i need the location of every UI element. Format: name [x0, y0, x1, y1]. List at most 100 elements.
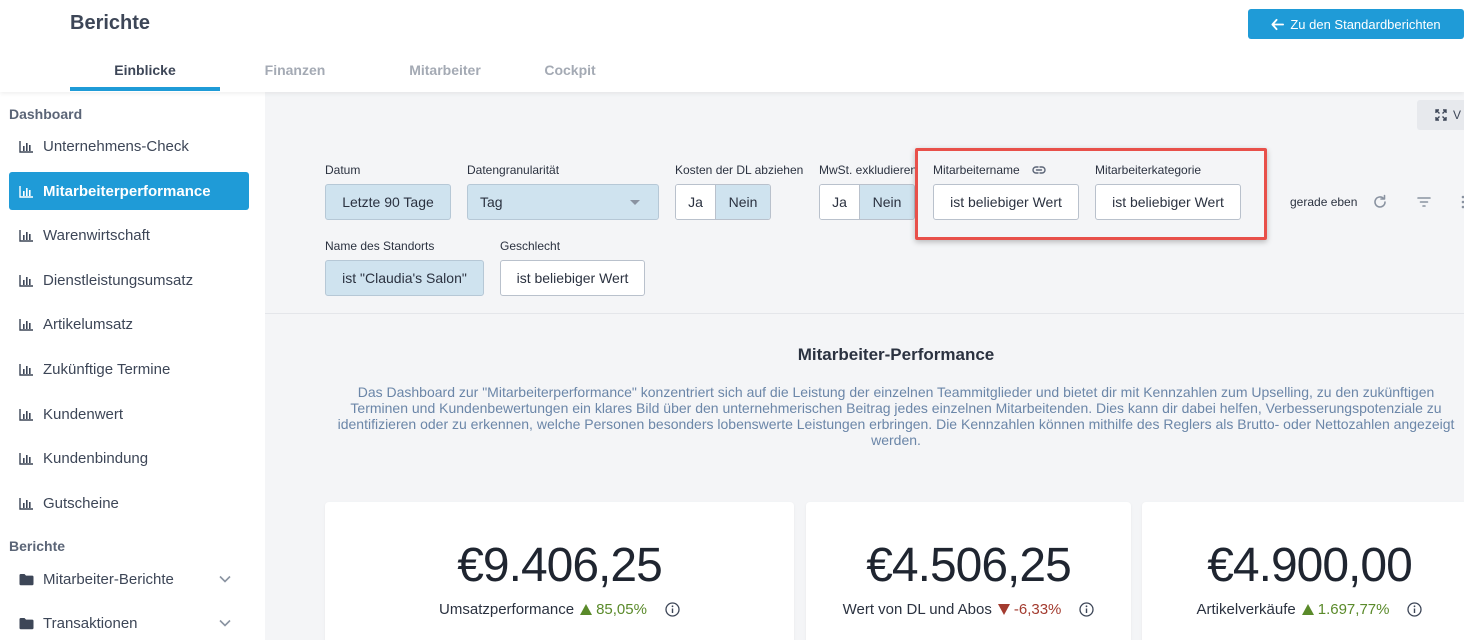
sidebar-section-dashboard: Dashboard [9, 106, 83, 122]
caret-down-icon [630, 200, 640, 205]
sidebar-item-artikelumsatz[interactable]: Artikelumsatz [9, 305, 249, 343]
sidebar-item-label: Unternehmens-Check [43, 137, 189, 155]
sidebar-item-transaktionen[interactable]: Transaktionen [9, 604, 249, 642]
bar-chart-icon [19, 140, 33, 153]
filter-label-kosten: Kosten der DL abziehen [675, 163, 804, 177]
filter-standort[interactable]: ist "Claudia's Salon" [325, 260, 484, 296]
bar-chart-icon [19, 229, 33, 242]
filter-label-granularitaet: Datengranularität [467, 163, 560, 177]
kpi-value: €4.506,25 [866, 539, 1072, 592]
sidebar-item-label: Gutscheine [43, 494, 119, 512]
kpi-trend: -6,33% [997, 601, 1062, 618]
sidebar-item-label: Dienstleistungsumsatz [43, 271, 194, 289]
filter-geschlecht[interactable]: ist beliebiger Wert [500, 260, 645, 296]
info-icon[interactable] [1407, 602, 1423, 617]
sidebar-item-mitarbeiter-berichte[interactable]: Mitarbeiter-Berichte [9, 560, 249, 598]
mwst-nein-option[interactable]: Nein [860, 185, 914, 219]
trend-down-icon [997, 604, 1010, 615]
trend-up-icon [580, 604, 593, 615]
filter-bar: V Datum Letzte 90 Tage Datengranularität… [265, 92, 1464, 314]
filter-granularitaet-select[interactable]: Tag [467, 184, 659, 220]
bar-chart-icon [19, 185, 33, 198]
tab-finanzen[interactable]: Finanzen [220, 52, 370, 88]
filter-mwst-toggle: Ja Nein [819, 184, 915, 220]
filter-kosten-toggle: Ja Nein [675, 184, 771, 220]
sidebar-item-label: Warenwirtschaft [43, 226, 150, 244]
filter-label-standort: Name des Standorts [325, 239, 435, 253]
filter-granularitaet-value: Tag [480, 194, 503, 210]
filter-label-datum: Datum [325, 163, 361, 177]
more-vertical-icon[interactable] [1455, 194, 1464, 210]
last-updated-text: gerade eben [1290, 195, 1358, 209]
page-title: Berichte [70, 12, 151, 34]
kpi-value: €9.406,25 [457, 539, 663, 592]
fullscreen-button[interactable]: V [1417, 100, 1464, 130]
bar-chart-icon [19, 408, 33, 421]
kpi-label-row: Wert von DL und Abos -6,33% [806, 601, 1131, 618]
sidebar-item-label: Zukünftige Termine [43, 360, 171, 378]
sidebar-item-gutscheine[interactable]: Gutscheine [9, 484, 249, 522]
kpi-trend: 1.697,77% [1301, 601, 1390, 618]
kpi-trend-value: 85,05% [596, 601, 647, 618]
kosten-nein-option[interactable]: Nein [716, 185, 770, 219]
sidebar-item-unternehmens-check[interactable]: Unternehmens-Check [9, 127, 249, 165]
kpi-trend-value: 1.697,77% [1317, 601, 1390, 618]
filter-label-mwst: MwSt. exkludieren [819, 163, 918, 177]
standard-reports-label: Zu den Standardberichten [1290, 16, 1441, 32]
sidebar-item-label: Mitarbeiter-Berichte [43, 570, 174, 588]
dashboard-title: Mitarbeiter-Performance [797, 345, 995, 364]
fullscreen-label: V [1453, 108, 1462, 122]
chevron-down-icon[interactable] [219, 619, 231, 627]
top-header: Berichte Zu den Standardberichten Einbli… [0, 0, 1464, 92]
sidebar-item-mitarbeiterperformance[interactable]: Mitarbeiterperformance [9, 172, 249, 210]
sidebar-item-zukuenftige-termine[interactable]: Zukünftige Termine [9, 350, 249, 388]
info-icon[interactable] [665, 602, 680, 617]
kpi-card-dl-abos: €4.506,25 Wert von DL und Abos -6,33% [806, 502, 1131, 640]
sidebar-item-label: Mitarbeiterperformance [43, 182, 211, 200]
kosten-ja-option[interactable]: Ja [676, 185, 716, 219]
chevron-down-icon[interactable] [219, 575, 231, 583]
kpi-trend-value: -6,33% [1013, 601, 1062, 618]
refresh-icon[interactable] [1372, 194, 1388, 210]
kpi-label-row: Umsatzperformance 85,05% [325, 601, 794, 618]
standard-reports-button[interactable]: Zu den Standardberichten [1248, 9, 1464, 39]
tab-cockpit[interactable]: Cockpit [520, 52, 620, 88]
mwst-ja-option[interactable]: Ja [820, 185, 860, 219]
kpi-card-artikelverkaeufe: €4.900,00 Artikelverkäufe 1.697,77% [1142, 502, 1464, 640]
sidebar-item-label: Transaktionen [43, 614, 138, 632]
sidebar-item-dienstleistungsumsatz[interactable]: Dienstleistungsumsatz [9, 261, 249, 299]
bar-chart-icon [19, 452, 33, 465]
sidebar: Dashboard Unternehmens-Check Mitarbeiter… [0, 92, 265, 640]
bar-chart-icon [19, 274, 33, 287]
sidebar-item-kundenbindung[interactable]: Kundenbindung [9, 439, 249, 477]
filter-label-geschlecht: Geschlecht [500, 239, 561, 253]
expand-icon [1435, 109, 1447, 121]
highlight-box [915, 148, 1267, 240]
sidebar-item-warenwirtschaft[interactable]: Warenwirtschaft [9, 216, 249, 254]
kpi-trend: 85,05% [580, 601, 647, 618]
folder-icon [19, 617, 34, 629]
bar-chart-icon [19, 318, 33, 331]
main-content: V Datum Letzte 90 Tage Datengranularität… [265, 92, 1464, 640]
filter-icon[interactable] [1416, 194, 1432, 210]
kpi-label-row: Artikelverkäufe 1.697,77% [1142, 601, 1464, 618]
sidebar-item-kundenwert[interactable]: Kundenwert [9, 395, 249, 433]
tab-mitarbeiter[interactable]: Mitarbeiter [370, 52, 520, 88]
tab-einblicke[interactable]: Einblicke [70, 52, 220, 91]
arrow-left-icon [1271, 18, 1285, 30]
trend-up-icon [1301, 604, 1314, 615]
sidebar-item-label: Artikelumsatz [43, 315, 134, 333]
filter-datum[interactable]: Letzte 90 Tage [325, 184, 451, 220]
folder-icon [19, 573, 34, 585]
sidebar-item-label: Kundenwert [43, 405, 124, 423]
kpi-label: Wert von DL und Abos [842, 601, 992, 618]
kpi-label: Artikelverkäufe [1196, 601, 1296, 618]
info-icon[interactable] [1079, 602, 1095, 617]
bar-chart-icon [19, 497, 33, 510]
kpi-card-umsatzperformance: €9.406,25 Umsatzperformance 85,05% [325, 502, 794, 640]
report-tabs: Einblicke Finanzen Mitarbeiter Cockpit [70, 52, 620, 92]
kpi-value: €4.900,00 [1207, 539, 1413, 592]
sidebar-item-label: Kundenbindung [43, 449, 149, 467]
sidebar-section-berichte: Berichte [9, 538, 66, 554]
dashboard-description: Das Dashboard zur "Mitarbeiterperformanc… [337, 384, 1455, 448]
